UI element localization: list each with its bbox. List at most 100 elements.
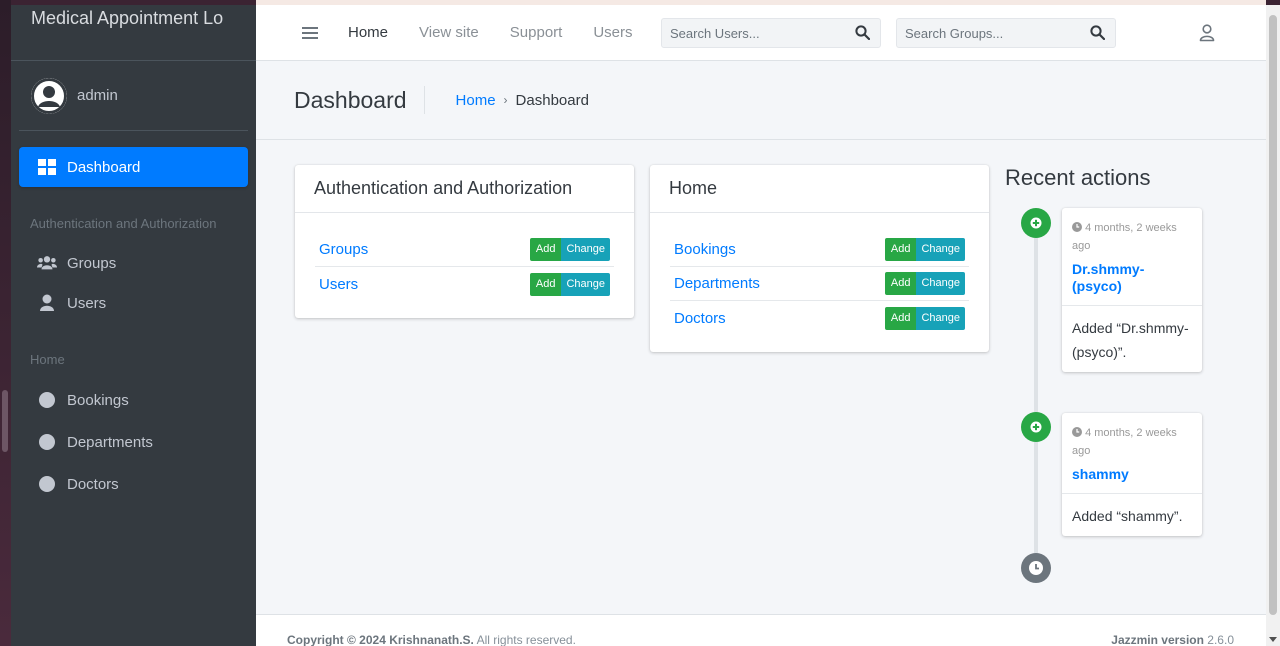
nav-link-users[interactable]: Users [593,24,632,41]
recent-action-item: 4 months, 2 weeks ago Dr.shmmy-(psyco) A… [1062,208,1202,372]
model-link-doctors[interactable]: Doctors [674,310,726,327]
search-users-input[interactable] [662,25,842,41]
circle-icon [37,434,57,450]
footer-copyright-rights: All rights reserved. [473,633,576,646]
sidebar-item-bookings[interactable]: Bookings [19,379,248,421]
desktop-grip [2,390,8,452]
recent-action-time-text: 4 months, 2 weeks ago [1072,222,1177,252]
footer-version-number: 2.6.0 [1203,633,1234,646]
change-button[interactable]: Change [916,238,965,261]
hamburger-menu-icon[interactable] [302,26,318,39]
sidebar-item-doctors[interactable]: Doctors [19,463,248,505]
user-menu-icon[interactable] [1199,24,1215,47]
add-button[interactable]: Add [884,272,917,295]
add-button[interactable]: Add [884,306,917,330]
recent-actions-title: Recent actions [1005,165,1151,190]
user-icon [37,294,57,312]
footer-copyright-owner: Copyright © 2024 Krishnanath.S. [287,633,474,646]
app-card-title: Authentication and Authorization [295,165,634,213]
sidebar-item-label: Bookings [67,391,129,409]
model-row-bookings: Bookings Add Change [670,233,969,267]
model-row-doctors: Doctors Add Change [670,301,969,335]
sidebar-section-auth: Authentication and Authorization [30,215,217,231]
app-card-home: Home Bookings Add Change Departments Add… [650,165,989,352]
recent-action-object-link[interactable]: shammy [1062,460,1202,494]
sidebar-item-users[interactable]: Users [19,283,248,323]
add-button[interactable]: Add [529,238,562,261]
brand-title: Medical Appointment Lo [31,8,224,28]
sidebar-item-dashboard[interactable]: Dashboard [19,147,248,187]
sidebar-section-home: Home [30,351,65,367]
circle-icon [37,476,57,492]
search-users-box [661,18,881,48]
model-row-users: Users Add Change [315,267,614,301]
nav-link-view-site[interactable]: View site [419,24,479,41]
add-button[interactable]: Add [529,272,562,296]
scrollbar-thumb[interactable] [1269,15,1277,615]
search-groups-input[interactable] [897,25,1077,41]
sidebar-item-label: Users [67,294,107,312]
app-card-body: Bookings Add Change Departments Add Chan… [650,213,989,347]
footer-version-label: Jazzmin version [1111,633,1204,646]
model-row-departments: Departments Add Change [670,267,969,301]
dashboard-icon [37,159,57,175]
change-button[interactable]: Change [916,306,965,330]
footer: Copyright © 2024 Krishnanath.S. All righ… [256,614,1266,646]
app-card-title: Home [650,165,989,213]
model-row-groups: Groups Add Change [315,233,614,267]
app-card-auth: Authentication and Authorization Groups … [295,165,634,318]
avatar-icon [31,77,67,114]
sidebar-item-label: Groups [67,254,117,272]
recent-action-time: 4 months, 2 weeks ago [1062,208,1202,255]
circle-icon [37,392,57,408]
change-button[interactable]: Change [561,272,610,296]
sidebar-item-groups[interactable]: Groups [19,243,248,283]
sidebar-item-label: Doctors [67,475,119,493]
sidebar-item-label: Dashboard [67,158,141,176]
page-title: Dashboard [294,86,425,114]
change-button[interactable]: Change [561,238,610,261]
user-panel[interactable]: admin [19,61,248,131]
sidebar-item-departments[interactable]: Departments [19,421,248,463]
breadcrumb-current: Dashboard [515,91,589,109]
brand-link[interactable]: Medical Appointment Lo [11,5,256,61]
content-header: Dashboard Home › Dashboard [256,61,1266,140]
top-navbar: Home View site Support Users [256,5,1266,61]
recent-action-description: Added “Dr.shmmy-(psyco)”. [1072,320,1189,360]
search-icon[interactable] [855,25,871,45]
recent-action-item: 4 months, 2 weeks ago shammy Added “sham… [1062,413,1202,536]
recent-action-time: 4 months, 2 weeks ago [1062,413,1202,460]
sidebar-item-label: Departments [67,433,153,451]
scroll-down-arrow-icon[interactable] [1269,637,1277,642]
footer-version: Jazzmin version 2.6.0 [1111,633,1234,646]
model-link-departments[interactable]: Departments [674,275,760,292]
users-icon [37,255,57,271]
change-button[interactable]: Change [916,272,965,295]
search-groups-box [896,18,1116,48]
desktop-edge [0,0,11,646]
nav-link-support[interactable]: Support [510,24,563,41]
recent-action-time-text: 4 months, 2 weeks ago [1072,427,1177,457]
footer-copyright: Copyright © 2024 Krishnanath.S. All righ… [287,633,576,646]
model-link-bookings[interactable]: Bookings [674,241,736,258]
model-link-users[interactable]: Users [319,276,358,293]
search-icon[interactable] [1090,25,1106,45]
model-link-groups[interactable]: Groups [319,241,368,258]
breadcrumb: Home › Dashboard [456,92,589,109]
page-scrollbar[interactable] [1266,5,1280,646]
breadcrumb-separator-icon: › [503,93,508,107]
clock-icon [1072,427,1082,437]
nav-link-home[interactable]: Home [348,24,388,41]
clock-icon [1021,553,1051,583]
plus-circle-icon [1021,208,1051,238]
add-button[interactable]: Add [884,238,917,261]
clock-icon [1072,222,1082,232]
main-content: Dashboard Home › Dashboard Authenticatio… [256,61,1266,614]
plus-circle-icon [1021,412,1051,442]
user-name: admin [77,87,118,104]
recent-action-object-link[interactable]: Dr.shmmy-(psyco) [1062,255,1202,306]
breadcrumb-home-link[interactable]: Home [456,92,496,109]
sidebar: Medical Appointment Lo admin Dashboard A… [11,5,256,646]
app-card-body: Groups Add Change Users Add Change [295,213,634,313]
timeline-line [1034,231,1038,569]
